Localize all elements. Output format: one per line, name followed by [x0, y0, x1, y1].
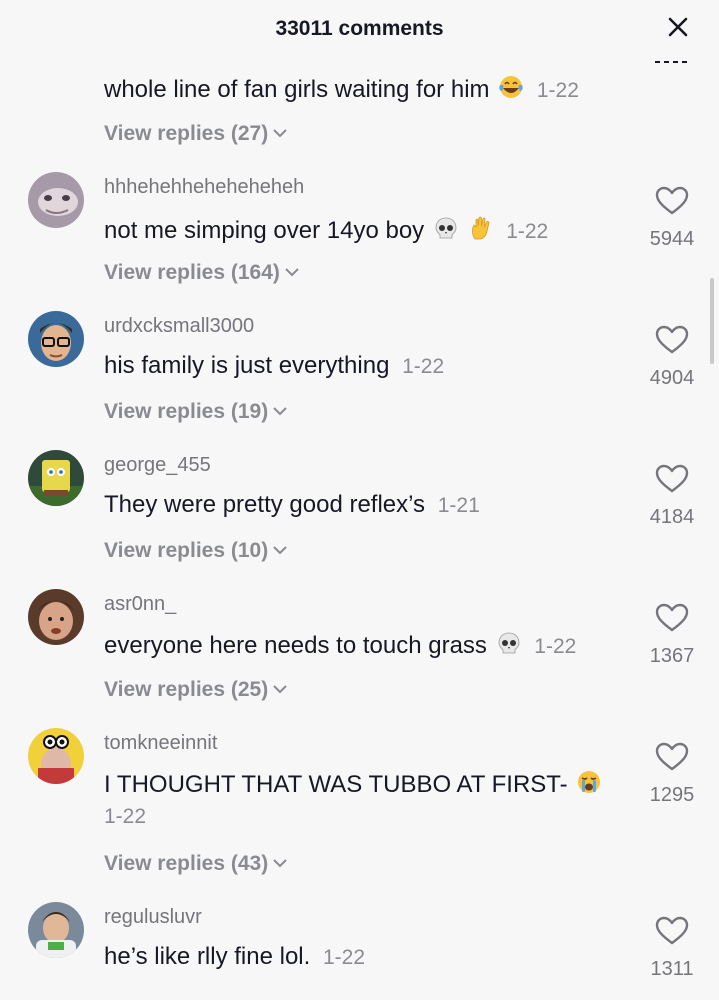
comment-date: 1-22 — [506, 220, 549, 243]
laughing-tears-emoji-icon — [498, 74, 524, 100]
chevron-down-icon — [272, 858, 288, 869]
heart-icon — [655, 603, 689, 632]
view-replies-button[interactable]: View replies (164) — [104, 261, 300, 285]
view-replies-button[interactable]: View replies (19) — [104, 400, 288, 424]
comment-username[interactable]: regulusluvr — [104, 906, 202, 929]
raised-hand-emoji-icon — [468, 215, 494, 241]
like-button[interactable]: 4904 — [639, 325, 705, 390]
like-count: 4904 — [649, 367, 695, 389]
skull-emoji-icon — [496, 630, 522, 656]
comment-date: 1-21 — [437, 494, 480, 517]
comments-count-title: 33011 comments — [275, 17, 444, 40]
comments-list: 33011 comments whole line of fan girls w… — [0, 0, 719, 1000]
truncated-like-count — [655, 60, 687, 66]
comment-date: 1-22 — [536, 79, 579, 102]
like-count: 5944 — [649, 228, 695, 250]
like-count: 1367 — [649, 645, 695, 667]
avatar[interactable] — [28, 728, 84, 784]
comment-username[interactable]: urdxcksmall3000 — [104, 315, 254, 338]
like-button[interactable]: 4184 — [639, 464, 705, 529]
view-replies-button[interactable]: View replies (27) — [104, 122, 288, 146]
comment-date: 1-22 — [534, 635, 577, 658]
heart-icon — [655, 464, 689, 493]
chevron-down-icon — [272, 684, 288, 695]
crying-emoji-icon — [576, 769, 602, 795]
chevron-down-icon — [284, 267, 300, 278]
comment-text: his family is just everything 1-22 — [104, 352, 445, 379]
like-button[interactable]: 1367 — [639, 603, 705, 668]
like-count: 1311 — [650, 958, 694, 980]
like-button[interactable]: 1295 — [639, 742, 705, 807]
comment-username[interactable]: tomkneeinnit — [104, 732, 217, 755]
close-icon[interactable] — [667, 16, 689, 38]
comment-text: not me simping over 14yo boy 1-22 — [104, 215, 549, 244]
avatar[interactable] — [28, 589, 84, 645]
comment-date: 1-22 — [104, 805, 147, 828]
like-count: 1295 — [649, 784, 695, 806]
comment-username[interactable]: hhhehehheheheheheh — [104, 176, 304, 199]
avatar[interactable] — [28, 311, 84, 367]
comment-text: They were pretty good reflex’s 1-21 — [104, 491, 480, 518]
comment-text: whole line of fan girls waiting for him … — [104, 74, 579, 103]
like-count: 4184 — [649, 506, 695, 528]
comment-username[interactable]: george_455 — [104, 454, 211, 477]
comment-text: I THOUGHT THAT WAS TUBBO AT FIRST- — [104, 769, 602, 799]
comment-date: 1-22 — [402, 355, 445, 378]
view-replies-button[interactable]: View replies (10) — [104, 539, 288, 563]
heart-icon — [655, 742, 689, 771]
heart-icon — [655, 325, 689, 354]
chevron-down-icon — [272, 128, 288, 139]
avatar[interactable] — [28, 902, 84, 958]
skull-emoji-icon — [433, 215, 459, 241]
comment-date: 1-22 — [322, 946, 366, 969]
scrollbar[interactable] — [710, 278, 714, 364]
avatar[interactable] — [28, 450, 84, 506]
like-button[interactable]: 1311 — [639, 916, 705, 981]
view-replies-button[interactable]: View replies (43) — [104, 852, 288, 876]
chevron-down-icon — [272, 545, 288, 556]
heart-icon — [655, 916, 689, 945]
heart-icon — [655, 186, 689, 215]
comment-text: he’s like rlly fine lol. 1-22 — [104, 943, 366, 970]
view-replies-button[interactable]: View replies (25) — [104, 678, 288, 702]
comment-username[interactable]: asr0nn_ — [104, 593, 176, 616]
chevron-down-icon — [272, 406, 288, 417]
avatar[interactable] — [28, 172, 84, 228]
comment-text: everyone here needs to touch grass 1-22 — [104, 630, 577, 659]
comments-header: 33011 comments — [0, 0, 719, 63]
like-button[interactable]: 5944 — [639, 186, 705, 251]
